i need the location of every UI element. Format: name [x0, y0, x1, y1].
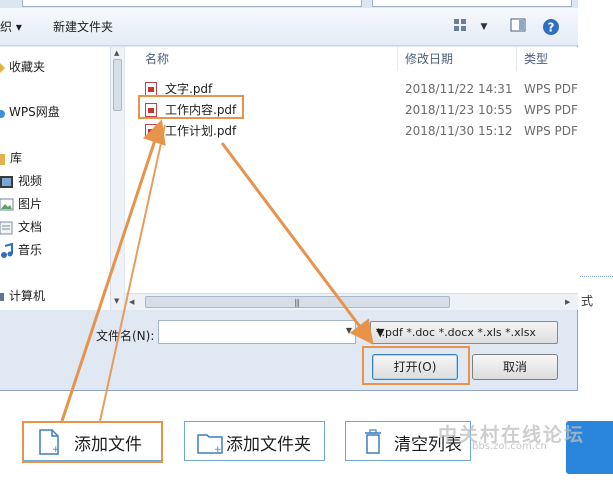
arrow-to-file: [60, 119, 166, 422]
arrow-to-open: [220, 142, 374, 345]
annotation-arrows: [60, 119, 374, 422]
